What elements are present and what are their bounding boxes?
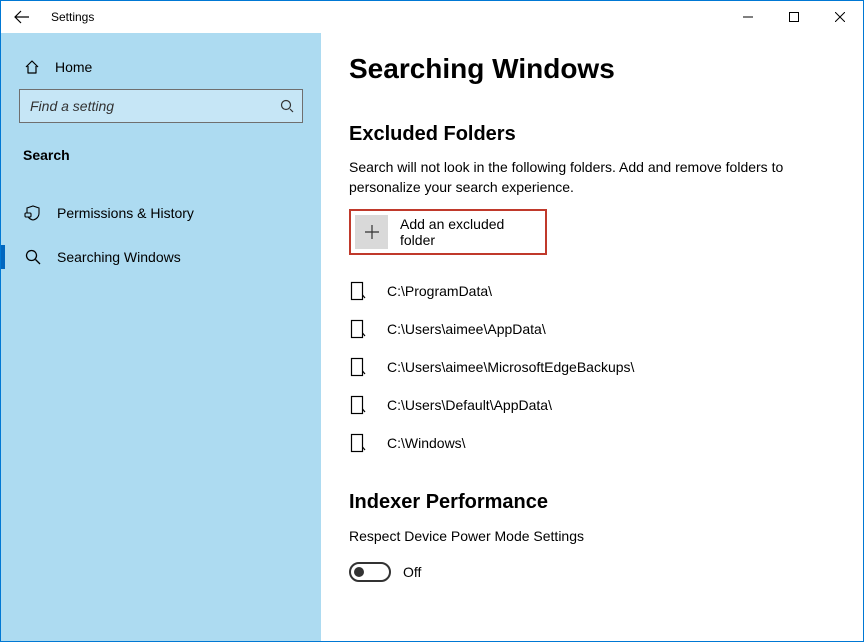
content-area: Searching Windows Excluded Folders Searc…: [321, 33, 863, 641]
search-icon: [23, 248, 43, 266]
folder-icon: [349, 433, 367, 453]
excluded-folder-item[interactable]: C:\Users\aimee\MicrosoftEdgeBackups\: [349, 357, 835, 377]
folder-icon: [349, 395, 367, 415]
minimize-button[interactable]: [725, 1, 771, 33]
search-input[interactable]: [28, 97, 280, 115]
excluded-folder-path: C:\Users\aimee\MicrosoftEdgeBackups\: [387, 359, 634, 375]
title-bar: Settings: [1, 1, 863, 33]
search-icon: [280, 99, 294, 113]
excluded-folder-item[interactable]: C:\Users\aimee\AppData\: [349, 319, 835, 339]
toggle-knob-icon: [354, 567, 364, 577]
sidebar-item-label: Permissions & History: [57, 205, 194, 221]
excluded-folder-item[interactable]: C:\Users\Default\AppData\: [349, 395, 835, 415]
layout: Home Search Permissions & History: [1, 33, 863, 641]
excluded-folder-item[interactable]: C:\Windows\: [349, 433, 835, 453]
excluded-heading: Excluded Folders: [349, 123, 835, 146]
sidebar-item-label: Searching Windows: [57, 249, 181, 265]
excluded-description: Search will not look in the following fo…: [349, 158, 809, 197]
sidebar-section-label: Search: [1, 123, 321, 173]
nav-home[interactable]: Home: [19, 49, 303, 89]
page-title: Searching Windows: [349, 53, 835, 85]
excluded-folder-path: C:\ProgramData\: [387, 283, 492, 299]
nav-list: Permissions & History Searching Windows: [1, 191, 321, 279]
power-mode-toggle[interactable]: [349, 562, 391, 582]
folder-icon: [349, 281, 367, 301]
home-icon: [23, 59, 41, 75]
minimize-icon: [743, 12, 753, 22]
excluded-folder-path: C:\Windows\: [387, 435, 466, 451]
sidebar-item-permissions-history[interactable]: Permissions & History: [1, 191, 321, 235]
search-box[interactable]: [19, 89, 303, 123]
maximize-icon: [789, 12, 799, 22]
back-arrow-icon: [14, 9, 30, 25]
excluded-folder-list: C:\ProgramData\ C:\Users\aimee\AppData\ …: [349, 281, 835, 453]
performance-heading: Indexer Performance: [349, 491, 835, 514]
window-title: Settings: [51, 10, 94, 24]
sidebar: Home Search Permissions & History: [1, 33, 321, 641]
shield-icon: [23, 204, 43, 222]
folder-icon: [349, 319, 367, 339]
folder-icon: [349, 357, 367, 377]
close-icon: [835, 12, 845, 22]
power-mode-toggle-state: Off: [403, 564, 421, 580]
close-button[interactable]: [817, 1, 863, 33]
maximize-button[interactable]: [771, 1, 817, 33]
window-controls: [725, 1, 863, 33]
performance-sub: Respect Device Power Mode Settings: [349, 528, 835, 544]
nav-home-label: Home: [55, 59, 92, 75]
settings-window: Settings Home: [0, 0, 864, 642]
back-button[interactable]: [1, 1, 43, 33]
power-mode-toggle-row: Off: [349, 562, 835, 582]
add-excluded-folder-label: Add an excluded folder: [400, 216, 539, 248]
excluded-folder-path: C:\Users\Default\AppData\: [387, 397, 552, 413]
excluded-folder-path: C:\Users\aimee\AppData\: [387, 321, 546, 337]
plus-icon: [355, 215, 388, 249]
excluded-folder-item[interactable]: C:\ProgramData\: [349, 281, 835, 301]
sidebar-item-searching-windows[interactable]: Searching Windows: [1, 235, 321, 279]
add-excluded-folder-button[interactable]: Add an excluded folder: [349, 209, 547, 255]
